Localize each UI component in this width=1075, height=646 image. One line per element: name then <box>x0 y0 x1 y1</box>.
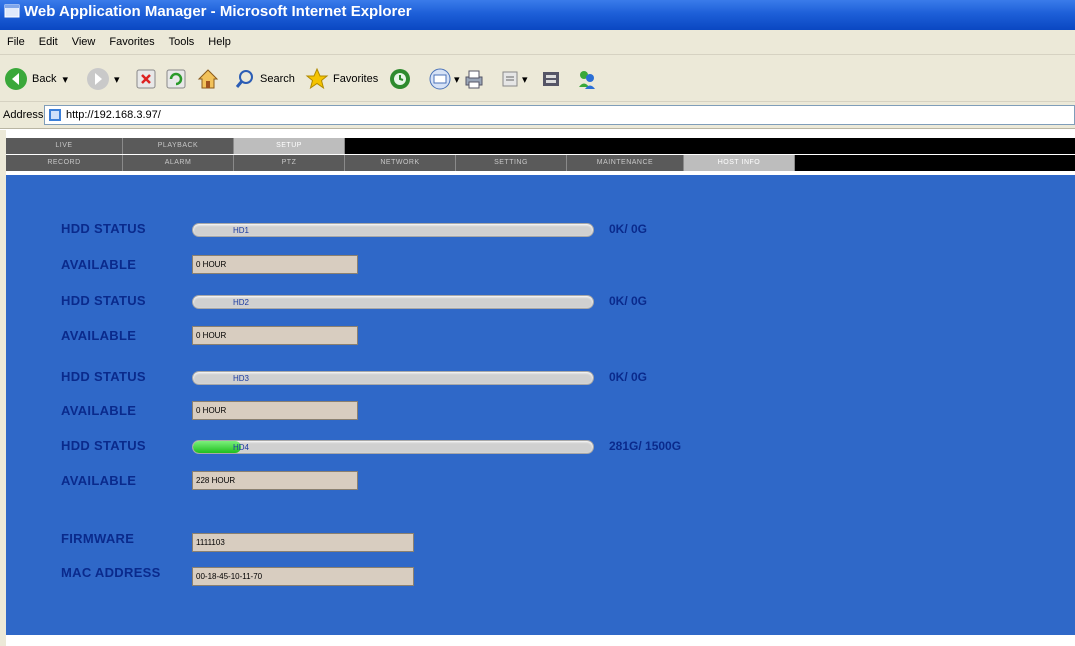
tab-alarm[interactable]: ALARM <box>123 155 234 171</box>
hdd-status-label: HDD STATUS <box>61 221 146 236</box>
hdd-progress-bar: HD2 <box>192 295 594 309</box>
available-label: AVAILABLE <box>61 473 137 488</box>
edit-button[interactable]: ▾ <box>500 67 528 91</box>
forward-arrow-icon <box>87 68 109 90</box>
mail-dropdown-icon[interactable]: ▾ <box>454 73 460 86</box>
available-label: AVAILABLE <box>61 257 137 272</box>
edit-dropdown-icon[interactable]: ▾ <box>522 73 528 86</box>
tab-record[interactable]: RECORD <box>6 155 123 171</box>
menu-edit[interactable]: Edit <box>32 30 65 54</box>
ie-window-icon <box>4 3 20 19</box>
edit-page-icon <box>502 71 518 87</box>
hdd-progress-bar: HD1 <box>192 223 594 237</box>
stop-button[interactable] <box>135 67 157 91</box>
hdd-capacity: 0K/ 0G <box>609 222 648 236</box>
print-button[interactable] <box>462 67 486 91</box>
back-label: Back <box>32 73 57 85</box>
menu-favorites[interactable]: Favorites <box>102 30 161 54</box>
tab-live[interactable]: LIVE <box>6 138 123 154</box>
messenger-icon <box>579 71 595 89</box>
refresh-button[interactable] <box>165 67 187 91</box>
top-tab-bar: LIVE PLAYBACK SETUP <box>6 138 1075 154</box>
search-icon <box>235 70 253 88</box>
home-button[interactable] <box>196 67 220 91</box>
web-page: LIVE PLAYBACK SETUP RECORD ALARM PTZ NETWORK S… <box>6 130 1075 646</box>
stop-icon <box>136 69 156 89</box>
available-value-field: 0 HOUR <box>192 326 358 345</box>
forward-button[interactable]: ▾ <box>86 67 120 91</box>
discuss-button[interactable] <box>540 67 562 91</box>
menu-tools[interactable]: Tools <box>162 30 202 54</box>
firmware-label: FIRMWARE <box>61 531 135 546</box>
available-label: AVAILABLE <box>61 328 137 343</box>
search-label: Search <box>260 73 295 85</box>
hdd-capacity: 0K/ 0G <box>609 370 648 384</box>
mac-address-label: MAC ADDRESS <box>61 565 161 580</box>
tab-maintenance[interactable]: MAINTENANCE <box>567 155 684 171</box>
hdd-bar-label: HD4 <box>233 443 250 452</box>
messenger-button[interactable] <box>575 67 599 91</box>
tab-ptz[interactable]: PTZ <box>234 155 345 171</box>
address-label: Address <box>3 109 44 121</box>
menu-bar: File Edit View Favorites Tools Help <box>0 30 1075 55</box>
tab-network[interactable]: NETWORK <box>345 155 456 171</box>
menu-file[interactable]: File <box>0 30 32 54</box>
address-url: http://192.168.3.97/ <box>66 109 161 121</box>
available-value-field: 228 HOUR <box>192 471 358 490</box>
history-button[interactable] <box>388 67 412 91</box>
hdd-bar-label: HD2 <box>233 298 250 307</box>
back-dropdown-icon[interactable]: ▾ <box>62 73 68 86</box>
available-value-field: 0 HOUR <box>192 401 358 420</box>
tab-setting[interactable]: SETTING <box>456 155 567 171</box>
hdd-status-label: HDD STATUS <box>61 293 146 308</box>
mail-button[interactable]: ▾ <box>428 67 460 91</box>
home-icon <box>197 69 219 89</box>
forward-dropdown-icon[interactable]: ▾ <box>114 73 120 86</box>
sub-tab-bar: RECORD ALARM PTZ NETWORK SETTING MAINTENANCE H… <box>6 155 1075 171</box>
available-value-field: 0 HOUR <box>192 255 358 274</box>
hdd-progress-bar: HD4 <box>192 440 594 454</box>
address-input[interactable]: http://192.168.3.97/ <box>44 105 1075 125</box>
menu-help[interactable]: Help <box>201 30 238 54</box>
tab-host-info[interactable]: HOST INFO <box>684 155 795 171</box>
mac-address-value-field: 00-18-45-10-11-70 <box>192 567 414 586</box>
hdd-bar-label: HD3 <box>233 374 250 383</box>
back-arrow-icon <box>5 68 27 90</box>
history-icon <box>390 69 410 89</box>
hdd-status-label: HDD STATUS <box>61 438 146 453</box>
discuss-icon <box>543 72 559 86</box>
available-label: AVAILABLE <box>61 403 137 418</box>
search-button[interactable]: Search <box>234 67 295 91</box>
menu-view[interactable]: View <box>65 30 103 54</box>
favorites-label: Favorites <box>333 73 379 85</box>
host-info-panel: HDD STATUS HD1 0K/ 0G AVAILABLE 0 HOUR HDD ST… <box>6 175 1075 635</box>
browser-toolbar: Back ▾ ▾ Search Favorites ▾ ▾ <box>0 55 1075 102</box>
window-title-bar: Web Application Manager - Microsoft Inte… <box>0 0 1075 30</box>
hdd-bar-label: HD1 <box>233 226 250 235</box>
favorites-button[interactable]: Favorites <box>305 67 378 91</box>
firmware-value-field: 1111103 <box>192 533 414 552</box>
hdd-status-label: HDD STATUS <box>61 369 146 384</box>
address-bar: Address http://192.168.3.97/ <box>0 102 1075 129</box>
mail-icon <box>429 68 451 90</box>
hdd-capacity: 281G/ 1500G <box>609 439 682 453</box>
window-title: Web Application Manager - Microsoft Inte… <box>24 3 412 20</box>
printer-icon <box>465 70 483 89</box>
tab-playback[interactable]: PLAYBACK <box>123 138 234 154</box>
page-icon <box>49 109 61 121</box>
favorites-star-icon <box>305 67 329 90</box>
refresh-icon <box>166 69 186 89</box>
hdd-capacity: 0K/ 0G <box>609 294 648 308</box>
tab-setup[interactable]: SETUP <box>234 138 345 154</box>
back-button[interactable]: Back ▾ <box>4 67 68 91</box>
hdd-progress-bar: HD3 <box>192 371 594 385</box>
